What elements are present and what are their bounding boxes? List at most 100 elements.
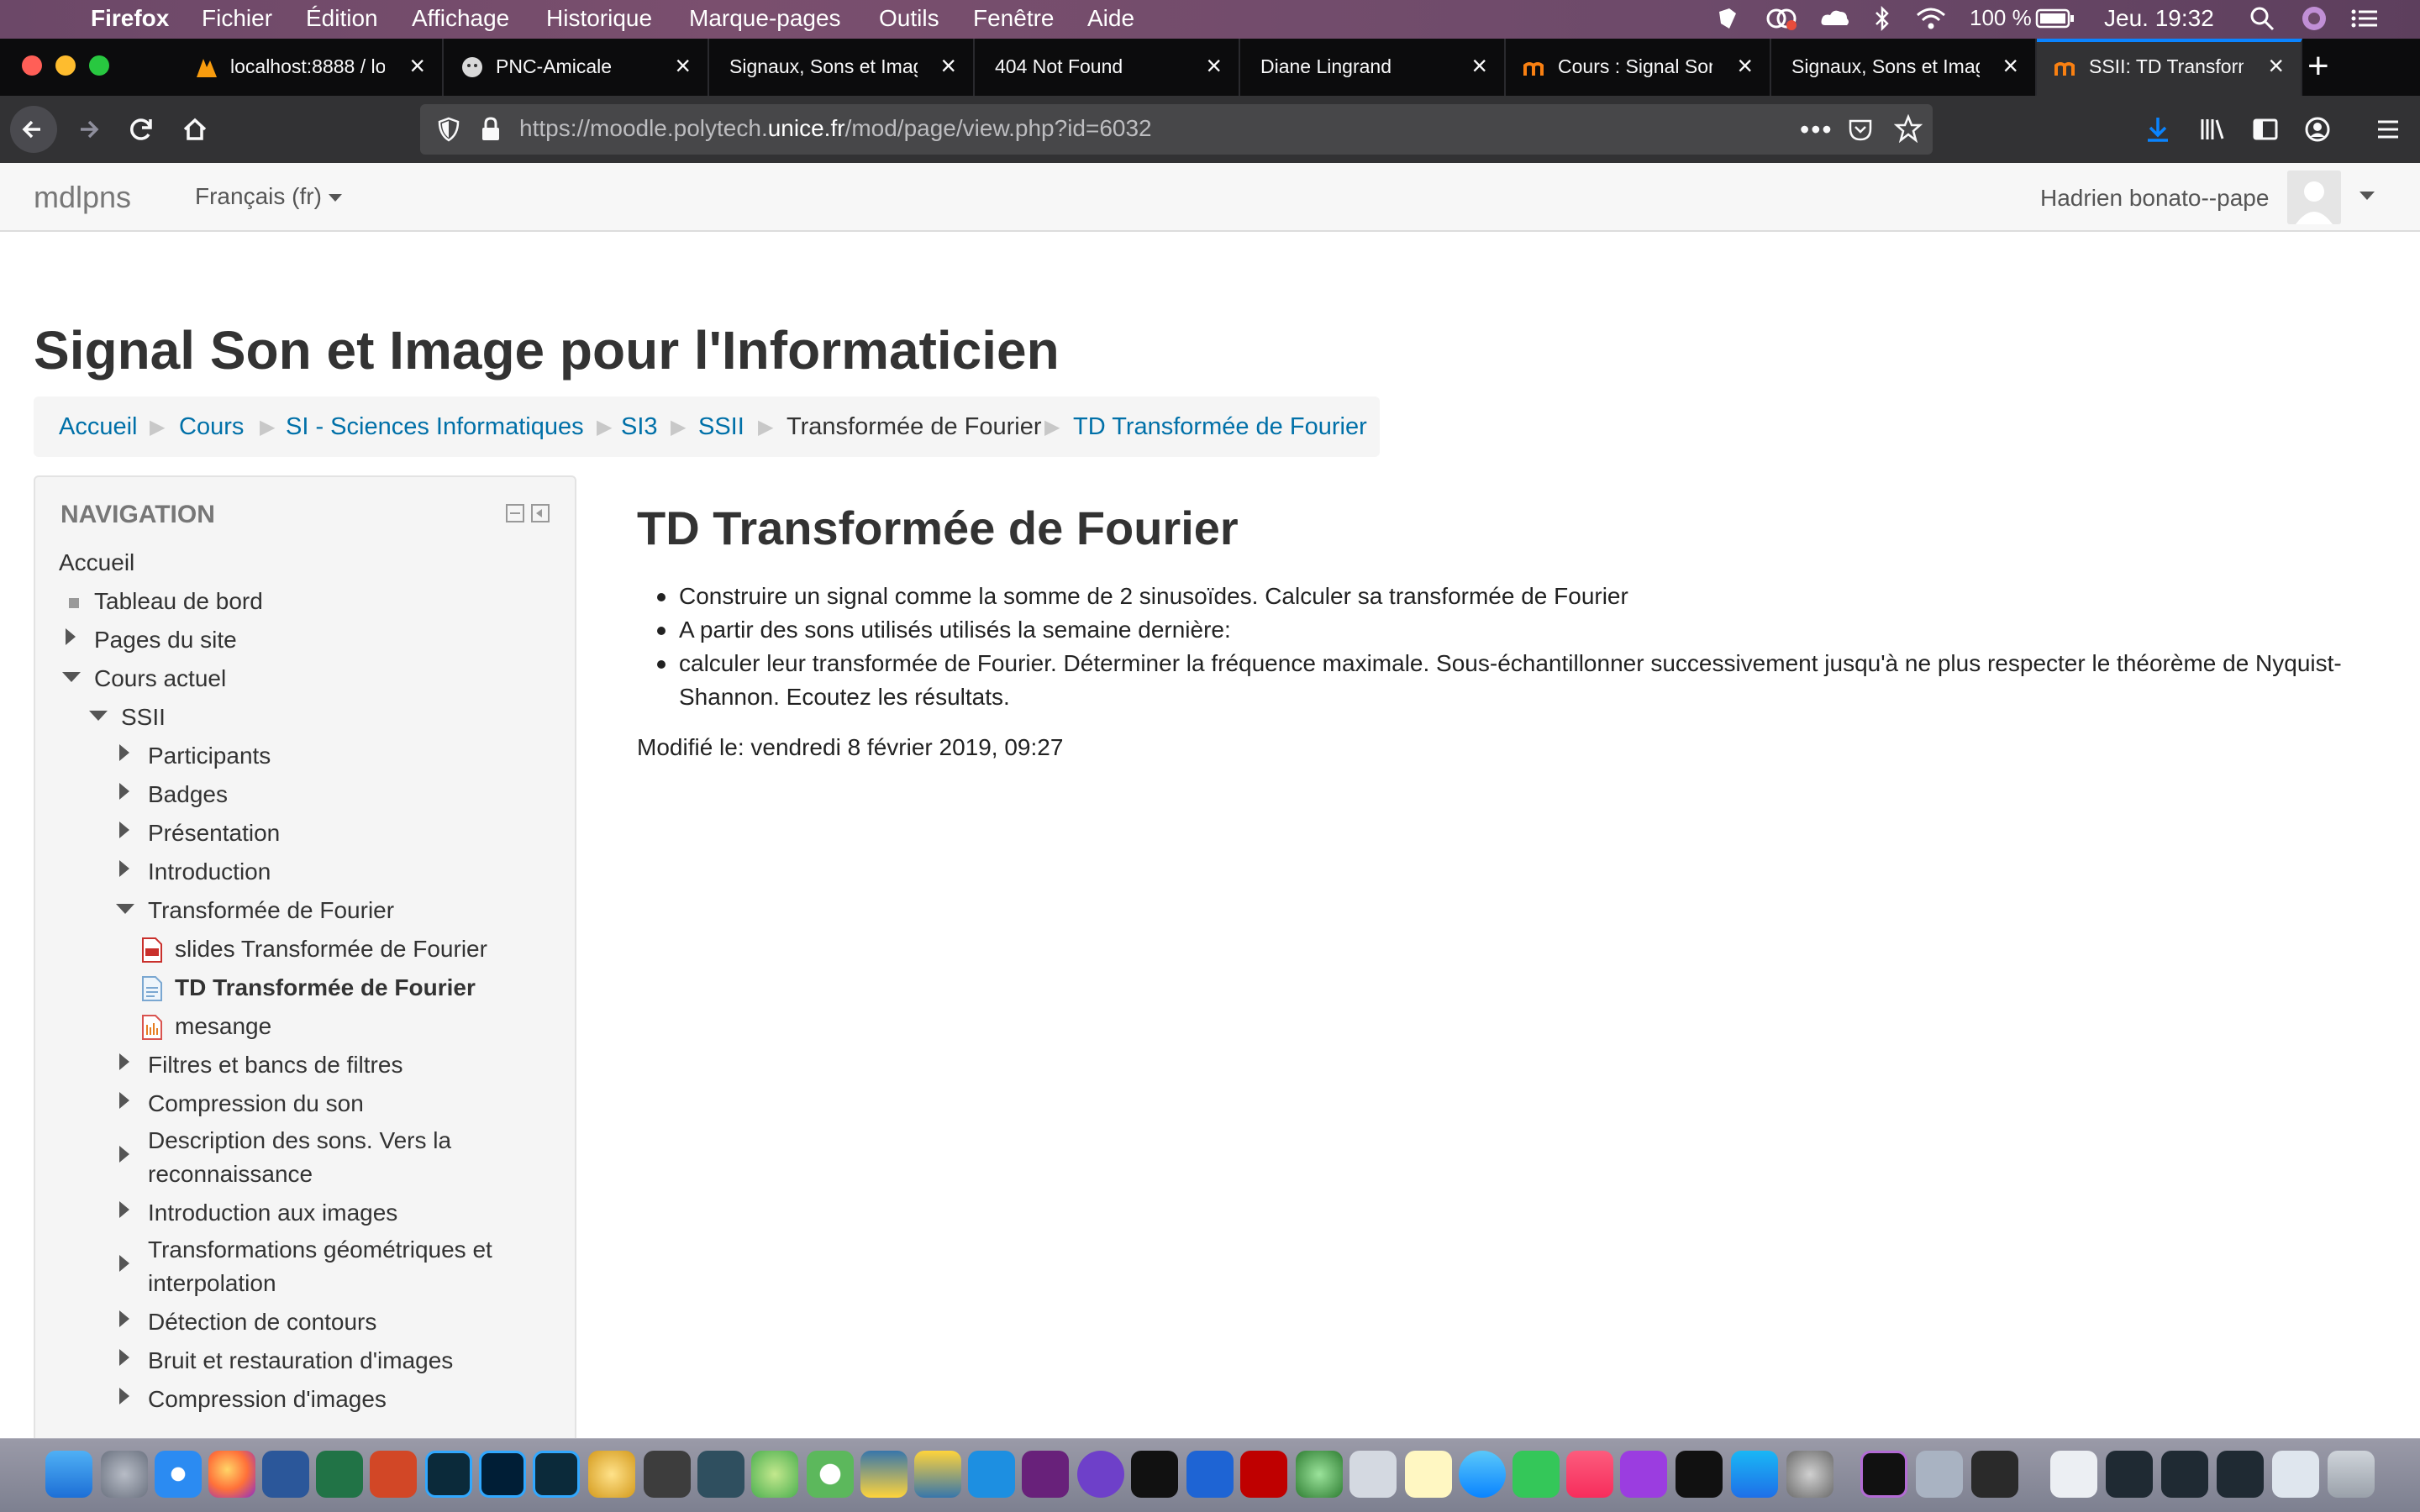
- sublime-text-icon[interactable]: [644, 1451, 691, 1498]
- visual-studio-icon[interactable]: [1022, 1451, 1069, 1498]
- expand-icon[interactable]: [119, 783, 129, 800]
- nav-compression-images[interactable]: Compression d'images: [148, 1386, 387, 1413]
- collapse-icon[interactable]: [89, 711, 108, 721]
- url-text[interactable]: https://moodle.polytech.unice.fr/mod/pag…: [519, 115, 1152, 142]
- tab-close-icon[interactable]: ×: [2268, 50, 2284, 81]
- notification-center-icon[interactable]: [2349, 5, 2380, 38]
- app-icon[interactable]: [588, 1451, 635, 1498]
- user-switcher-icon[interactable]: [2301, 5, 2328, 38]
- tab-7[interactable]: Signaux, Sons et Image ×: [1771, 39, 2037, 96]
- downloads-icon[interactable]: [2134, 106, 2181, 153]
- tab-5[interactable]: Diane Lingrand ×: [1240, 39, 1506, 96]
- nav-cours-actuel[interactable]: Cours actuel: [94, 665, 226, 692]
- nav-badges[interactable]: Badges: [148, 781, 228, 808]
- page-actions-icon[interactable]: •••: [1800, 114, 1833, 145]
- app-icon[interactable]: [1971, 1451, 2018, 1498]
- new-tab-button[interactable]: +: [2307, 45, 2329, 87]
- nav-description-sons[interactable]: Description des sons. Vers la: [148, 1127, 451, 1154]
- document-thumbnail-icon[interactable]: [2050, 1451, 2097, 1498]
- nav-presentation[interactable]: Présentation: [148, 820, 280, 847]
- trash-icon[interactable]: [2328, 1451, 2375, 1498]
- nav-introduction-images[interactable]: Introduction aux images: [148, 1200, 397, 1226]
- sidebar-toggle-icon[interactable]: [2242, 106, 2289, 153]
- facetime-icon[interactable]: [1512, 1451, 1560, 1498]
- nav-transformations[interactable]: Transformations géométriques et: [148, 1236, 492, 1263]
- site-brand[interactable]: mdlpns: [34, 180, 131, 215]
- url-bar[interactable]: https://moodle.polytech.unice.fr/mod/pag…: [420, 104, 1933, 155]
- nav-introduction[interactable]: Introduction: [148, 858, 271, 885]
- github-desktop-icon[interactable]: [1077, 1451, 1124, 1498]
- tab-close-icon[interactable]: ×: [1206, 50, 1222, 81]
- tab-6[interactable]: Cours : Signal Son ×: [1506, 39, 1771, 96]
- menu-app-name[interactable]: Firefox: [91, 5, 169, 32]
- menu-historique[interactable]: Historique: [546, 5, 652, 32]
- app-menu-icon[interactable]: [2365, 106, 2412, 153]
- expand-icon[interactable]: [119, 1053, 129, 1070]
- expand-icon[interactable]: [119, 744, 129, 761]
- user-menu-caret-icon[interactable]: [2360, 192, 2375, 200]
- breadcrumb-cours[interactable]: Cours: [179, 413, 244, 441]
- account-icon[interactable]: [2294, 106, 2341, 153]
- nav-mesange[interactable]: mesange: [175, 1013, 271, 1040]
- tab-close-icon[interactable]: ×: [409, 50, 425, 81]
- cloud-app-icon[interactable]: [1818, 5, 1852, 38]
- expand-icon[interactable]: [119, 1255, 129, 1272]
- nav-course-ssii[interactable]: SSII: [121, 704, 166, 731]
- tab-close-icon[interactable]: ×: [1471, 50, 1487, 81]
- menu-aide[interactable]: Aide: [1087, 5, 1134, 32]
- terminal-app-icon[interactable]: [697, 1451, 744, 1498]
- nav-slides-fourier[interactable]: slides Transformée de Fourier: [175, 936, 487, 963]
- android-studio-icon[interactable]: [751, 1451, 798, 1498]
- bookmark-star-icon[interactable]: [1893, 113, 1923, 147]
- pocket-icon[interactable]: [1847, 116, 1874, 147]
- expand-icon[interactable]: [119, 1310, 129, 1327]
- block-collapse-icon[interactable]: [506, 504, 524, 522]
- xcode-icon[interactable]: [968, 1451, 1015, 1498]
- filezilla-icon[interactable]: [1240, 1451, 1287, 1498]
- menu-marque-pages[interactable]: Marque-pages: [689, 5, 841, 32]
- lightroom-classic-icon[interactable]: [533, 1451, 580, 1498]
- tab-4[interactable]: 404 Not Found ×: [975, 39, 1240, 96]
- app-icon[interactable]: [1296, 1451, 1343, 1498]
- window-minimize-button[interactable]: [55, 55, 76, 76]
- bluetooth-icon[interactable]: [1872, 5, 1892, 38]
- menu-edition[interactable]: Édition: [306, 5, 378, 32]
- expand-icon[interactable]: [119, 1349, 129, 1366]
- word-icon[interactable]: [262, 1451, 309, 1498]
- expand-icon[interactable]: [119, 860, 129, 877]
- breadcrumb-si[interactable]: SI - Sciences Informatiques: [286, 413, 584, 441]
- phpstorm-icon[interactable]: [1860, 1451, 1907, 1498]
- excel-icon[interactable]: [316, 1451, 363, 1498]
- breadcrumb-si3[interactable]: SI3: [621, 413, 658, 441]
- lightroom-icon[interactable]: [425, 1451, 472, 1498]
- firefox-icon[interactable]: [208, 1451, 255, 1498]
- expand-icon[interactable]: [119, 822, 129, 838]
- menu-clock[interactable]: Jeu. 19:32: [2104, 5, 2214, 32]
- window-zoom-button[interactable]: [89, 55, 109, 76]
- powerpoint-icon[interactable]: [370, 1451, 417, 1498]
- nav-td-fourier-current[interactable]: TD Transformée de Fourier: [175, 974, 476, 1001]
- tab-close-icon[interactable]: ×: [2002, 50, 2018, 81]
- lock-icon[interactable]: [479, 116, 502, 147]
- user-name[interactable]: Hadrien bonato--pape: [2040, 185, 2269, 212]
- launchpad-icon[interactable]: [101, 1451, 148, 1498]
- nav-participants[interactable]: Participants: [148, 743, 271, 769]
- nav-bruit-restauration[interactable]: Bruit et restauration d'images: [148, 1347, 453, 1374]
- nav-transformations-line2[interactable]: interpolation: [148, 1270, 276, 1297]
- language-menu[interactable]: Français (fr): [195, 183, 342, 210]
- expand-icon[interactable]: [119, 1146, 129, 1163]
- expand-icon[interactable]: [119, 1201, 129, 1218]
- tab-close-icon[interactable]: ×: [1737, 50, 1753, 81]
- photoshop-icon[interactable]: [479, 1451, 526, 1498]
- breadcrumb-ssii[interactable]: SSII: [698, 413, 744, 441]
- window-thumbnail-icon[interactable]: [2161, 1451, 2208, 1498]
- python-launcher-icon[interactable]: [914, 1451, 961, 1498]
- spotlight-search-icon[interactable]: [2249, 5, 2275, 38]
- finder-icon[interactable]: [45, 1451, 92, 1498]
- python-icon[interactable]: [860, 1451, 908, 1498]
- forward-button[interactable]: [64, 106, 111, 153]
- breadcrumb-td-fourier[interactable]: TD Transformée de Fourier: [1073, 413, 1367, 441]
- preview-icon[interactable]: [1349, 1451, 1397, 1498]
- tab-close-icon[interactable]: ×: [940, 50, 956, 81]
- window-thumbnail-icon[interactable]: [2106, 1451, 2153, 1498]
